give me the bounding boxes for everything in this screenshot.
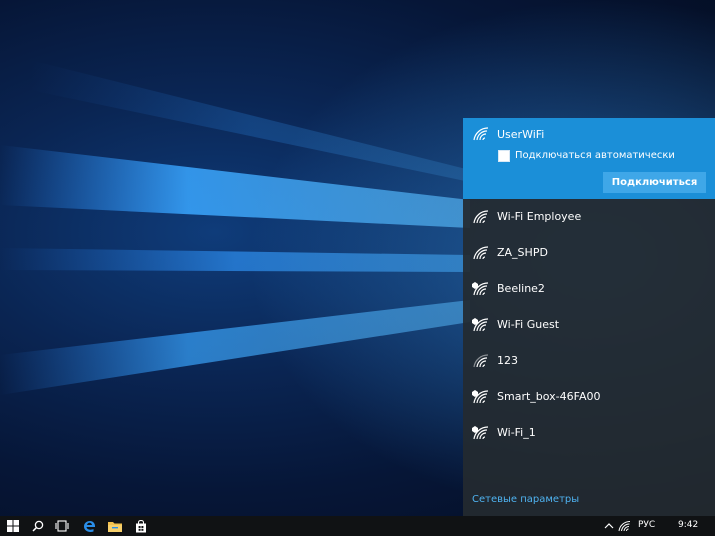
network-item-za-shpd[interactable]: ZA_SHPD xyxy=(463,235,715,271)
edge-icon[interactable] xyxy=(81,518,97,534)
network-item-smart-box-46fa00[interactable]: Smart_box-46FA00 xyxy=(463,379,715,415)
network-name: Wi-Fi Employee xyxy=(497,210,582,223)
selected-network-name: UserWiFi xyxy=(497,128,545,141)
taskbar: РУС 9:42 xyxy=(0,516,715,536)
connect-button[interactable]: Подключиться xyxy=(603,172,706,193)
network-item-123[interactable]: 123 xyxy=(463,343,715,379)
network-name: 123 xyxy=(497,354,518,367)
wifi-signal-icon xyxy=(473,127,489,141)
search-icon[interactable] xyxy=(30,518,46,534)
network-item-wi-fi-guest[interactable]: Wi-Fi Guest xyxy=(463,307,715,343)
wifi-secured-icon xyxy=(472,426,489,440)
network-name: Beeline2 xyxy=(497,282,545,295)
file-explorer-icon[interactable] xyxy=(107,518,123,534)
network-flyout: UserWiFi Подключаться автоматически Подк… xyxy=(463,118,715,516)
network-item-beeline2[interactable]: Beeline2 xyxy=(463,271,715,307)
task-view-icon[interactable] xyxy=(54,518,70,534)
windows-start-icon[interactable] xyxy=(5,518,21,534)
wifi-signal-icon xyxy=(473,354,489,368)
network-name: Wi-Fi Guest xyxy=(497,318,560,331)
chevron-up-icon[interactable] xyxy=(601,518,617,534)
auto-connect-label: Подключаться автоматически xyxy=(515,150,675,161)
wifi-secured-icon xyxy=(472,390,489,404)
wifi-signal-icon xyxy=(473,246,489,260)
auto-connect-checkbox[interactable] xyxy=(498,150,510,162)
network-name: ZA_SHPD xyxy=(497,246,548,259)
network-item-wi-fi-1[interactable]: Wi-Fi_1 xyxy=(463,415,715,451)
wifi-secured-icon xyxy=(472,282,489,296)
selected-network-panel[interactable]: UserWiFi Подключаться автоматически Подк… xyxy=(463,118,715,199)
network-settings-link[interactable]: Сетевые параметры xyxy=(472,494,579,505)
network-tray-icon[interactable] xyxy=(616,518,632,534)
wifi-signal-icon xyxy=(473,210,489,224)
network-name: Wi-Fi_1 xyxy=(497,426,536,439)
input-language-indicator[interactable]: РУС xyxy=(638,520,655,530)
network-item-wi-fi-employee[interactable]: Wi-Fi Employee xyxy=(463,199,715,235)
taskbar-clock[interactable]: 9:42 xyxy=(678,520,698,530)
wifi-secured-icon xyxy=(472,318,489,332)
network-name: Smart_box-46FA00 xyxy=(497,390,601,403)
store-icon[interactable] xyxy=(133,518,149,534)
